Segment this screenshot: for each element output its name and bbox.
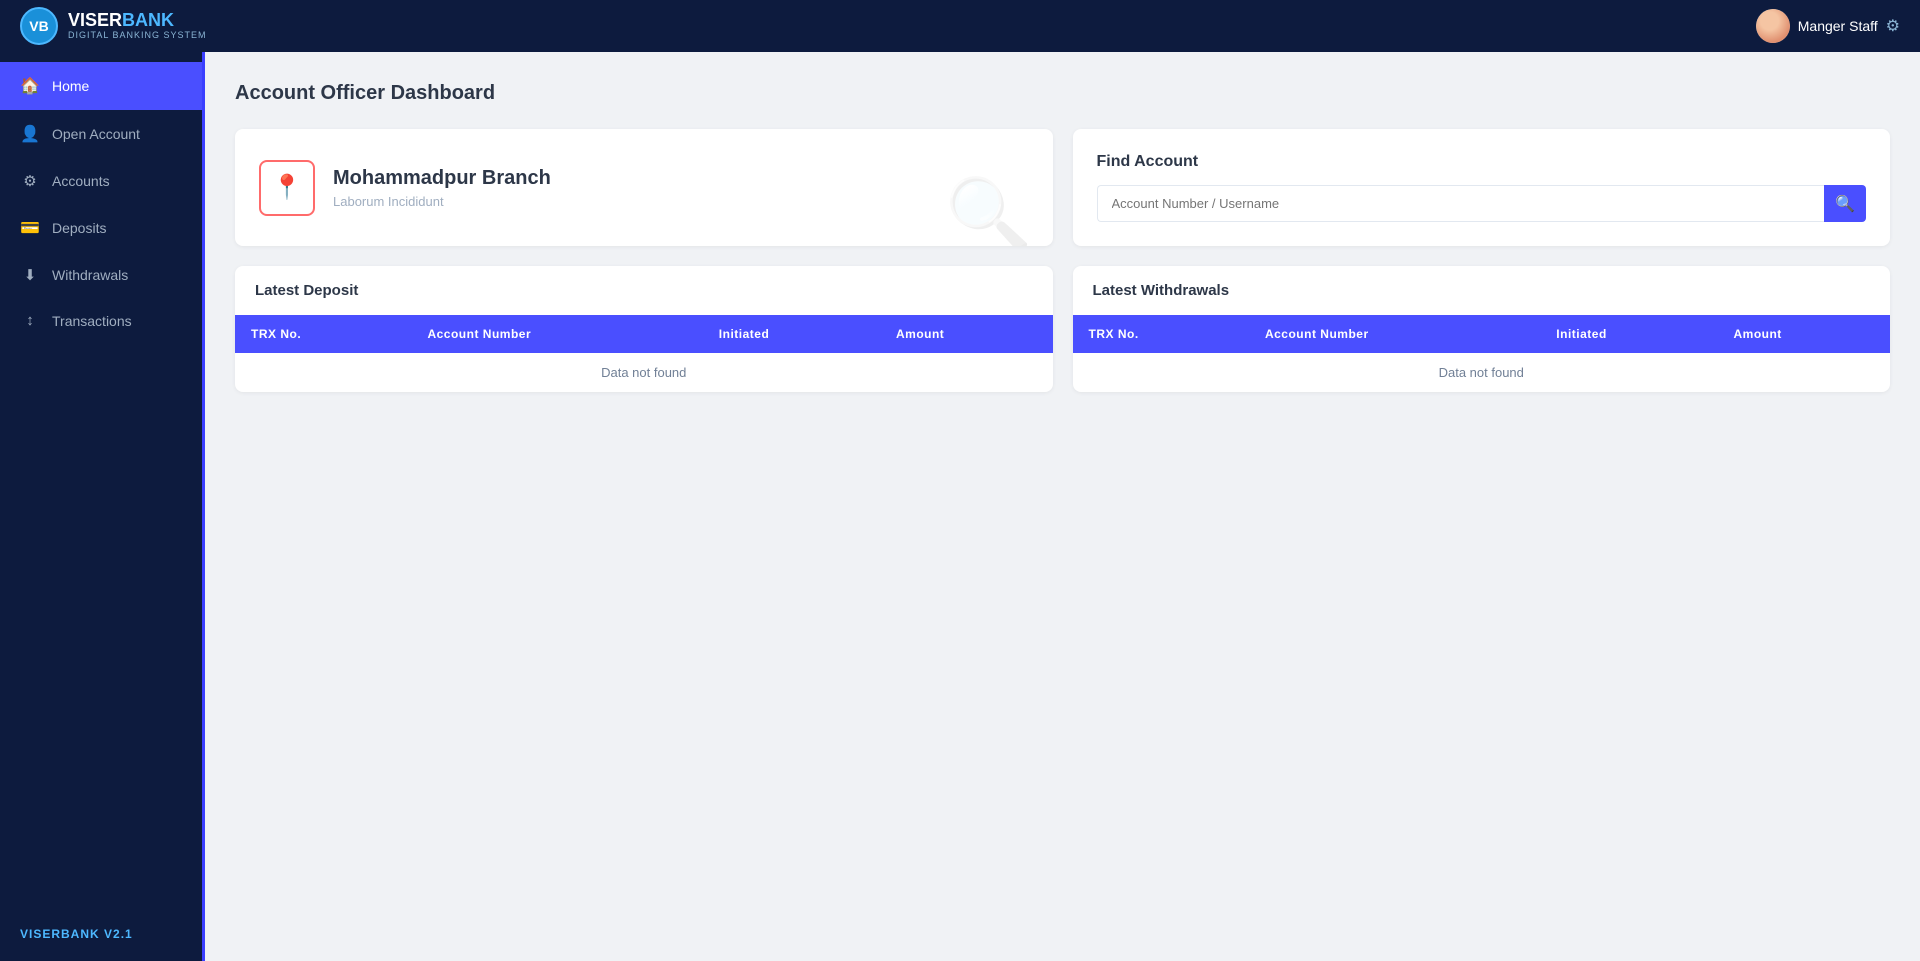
find-account-title: Find Account <box>1097 153 1867 171</box>
search-row: 🔍 <box>1097 185 1867 222</box>
search-input[interactable] <box>1097 185 1825 222</box>
logo-circle: VB <box>20 7 58 45</box>
transactions-icon: ↕ <box>20 312 40 329</box>
deposit-table-header: TRX No. Account Number Initiated Amount <box>235 315 1053 353</box>
logo-part1: VISER <box>68 10 122 30</box>
sidebar-label-deposits: Deposits <box>52 220 106 236</box>
user-name: Manger Staff <box>1798 18 1878 34</box>
latest-deposit-card: Latest Deposit TRX No. Account Number In… <box>235 266 1053 392</box>
sidebar-item-accounts[interactable]: ⚙ Accounts <box>0 158 205 204</box>
search-button[interactable]: 🔍 <box>1824 185 1866 222</box>
withdrawals-table: TRX No. Account Number Initiated Amount … <box>1073 315 1891 392</box>
branch-subtitle: Laborum Incididunt <box>333 194 551 209</box>
latest-withdrawals-card: Latest Withdrawals TRX No. Account Numbe… <box>1073 266 1891 392</box>
search-icon: 🔍 <box>1835 194 1855 214</box>
tables-row: Latest Deposit TRX No. Account Number In… <box>235 266 1890 392</box>
branch-name: Mohammadpur Branch <box>333 167 551 190</box>
find-account-card: Find Account 🔍 <box>1073 129 1891 246</box>
sidebar-item-withdrawals[interactable]: ⬇ Withdrawals <box>0 252 205 298</box>
sidebar-item-open-account[interactable]: 👤 Open Account <box>0 110 205 158</box>
sidebar-label-transactions: Transactions <box>52 313 132 329</box>
home-icon: 🏠 <box>20 76 40 96</box>
withdrawals-empty-message: Data not found <box>1073 353 1891 392</box>
layout: 🏠 Home 👤 Open Account ⚙ Accounts 💳 Depos… <box>0 52 1920 961</box>
latest-deposit-title: Latest Deposit <box>235 266 1053 315</box>
settings-icon[interactable]: ⚙ <box>1886 16 1900 36</box>
logo-name: VISERBANK <box>68 11 207 31</box>
branch-card: 📍 Mohammadpur Branch Laborum Incididunt … <box>235 129 1053 246</box>
sidebar-label-accounts: Accounts <box>52 173 110 189</box>
branch-icon-box: 📍 <box>259 160 315 216</box>
logo-initials: VB <box>29 18 48 34</box>
deposit-table-body: Data not found <box>235 353 1053 392</box>
deposit-empty-message: Data not found <box>235 353 1053 392</box>
top-header: VB VISERBANK DIGITAL BANKING SYSTEM Mang… <box>0 0 1920 52</box>
withdrawals-icon: ⬇ <box>20 266 40 284</box>
sidebar: 🏠 Home 👤 Open Account ⚙ Accounts 💳 Depos… <box>0 52 205 961</box>
branch-bg-icon: 🔍 <box>945 174 1032 246</box>
sidebar-version: VISERBANK V2.1 <box>0 907 205 961</box>
location-pin-icon: 📍 <box>272 173 302 202</box>
logo-text: VISERBANK DIGITAL BANKING SYSTEM <box>68 11 207 41</box>
deposit-col-amount: Amount <box>880 315 1053 353</box>
logo-part2: BANK <box>122 10 174 30</box>
deposits-icon: 💳 <box>20 218 40 238</box>
sidebar-item-deposits[interactable]: 💳 Deposits <box>0 204 205 252</box>
main-content: Account Officer Dashboard 📍 Mohammadpur … <box>205 52 1920 961</box>
open-account-icon: 👤 <box>20 124 40 144</box>
deposit-col-initiated: Initiated <box>703 315 880 353</box>
sidebar-label-withdrawals: Withdrawals <box>52 267 128 283</box>
logo-area: VB VISERBANK DIGITAL BANKING SYSTEM <box>20 7 207 45</box>
sidebar-item-transactions[interactable]: ↕ Transactions <box>0 298 205 343</box>
withdrawal-col-amount: Amount <box>1717 315 1890 353</box>
avatar <box>1756 9 1790 43</box>
deposit-table: TRX No. Account Number Initiated Amount … <box>235 315 1053 392</box>
sidebar-label-open-account: Open Account <box>52 126 140 142</box>
logo-subtitle: DIGITAL BANKING SYSTEM <box>68 31 207 41</box>
withdrawals-table-header: TRX No. Account Number Initiated Amount <box>1073 315 1891 353</box>
withdrawal-col-initiated: Initiated <box>1540 315 1717 353</box>
withdrawal-col-trx: TRX No. <box>1073 315 1249 353</box>
avatar-image <box>1756 9 1790 43</box>
top-row: 📍 Mohammadpur Branch Laborum Incididunt … <box>235 129 1890 246</box>
withdrawal-col-account: Account Number <box>1249 315 1540 353</box>
accounts-icon: ⚙ <box>20 172 40 190</box>
withdrawals-table-body: Data not found <box>1073 353 1891 392</box>
deposit-col-trx: TRX No. <box>235 315 411 353</box>
latest-withdrawals-title: Latest Withdrawals <box>1073 266 1891 315</box>
page-title: Account Officer Dashboard <box>235 82 1890 105</box>
sidebar-label-home: Home <box>52 78 89 94</box>
branch-info: Mohammadpur Branch Laborum Incididunt <box>333 167 551 209</box>
sidebar-item-home[interactable]: 🏠 Home <box>0 62 205 110</box>
header-user: Manger Staff ⚙ <box>1756 9 1900 43</box>
deposit-col-account: Account Number <box>411 315 702 353</box>
